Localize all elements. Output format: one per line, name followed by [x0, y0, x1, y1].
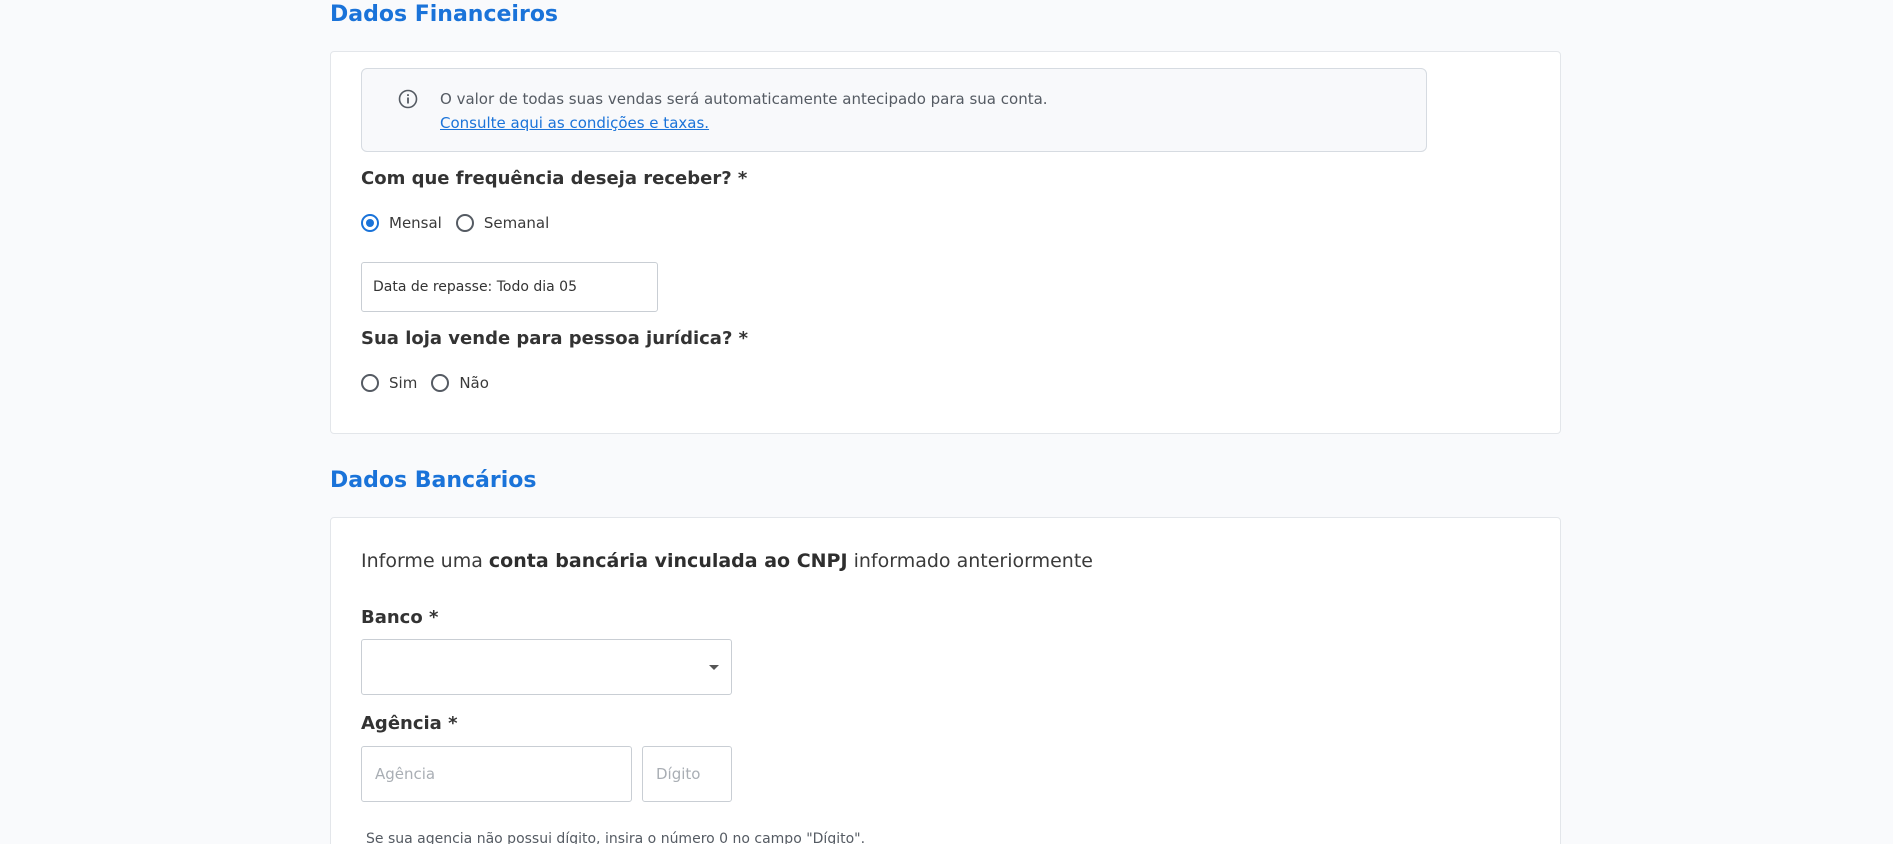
banking-card: Informe uma conta bancária vinculada ao …: [330, 517, 1561, 844]
info-box: O valor de todas suas vendas será automa…: [361, 68, 1427, 152]
legal-entity-question: Sua loja vende para pessoa jurídica? *: [361, 328, 749, 349]
radio-semanal[interactable]: [455, 214, 474, 232]
radio-semanal-label: Semanal: [483, 214, 550, 232]
info-message: O valor de todas suas vendas será automa…: [440, 90, 1048, 108]
banking-lead-text: Informe uma conta bancária vinculada ao …: [361, 550, 1093, 572]
radio-sim[interactable]: [361, 374, 379, 392]
legal-entity-option-sim[interactable]: Sim: [361, 374, 417, 392]
lead-bold: conta bancária vinculada ao CNPJ: [488, 550, 848, 572]
frequency-option-mensal[interactable]: Mensal: [361, 214, 442, 232]
page: Dados Financeiros O valor de todas suas …: [0, 0, 1893, 844]
agency-input[interactable]: [361, 746, 632, 802]
agency-label: Agência *: [361, 713, 458, 734]
info-text-block: O valor de todas suas vendas será automa…: [440, 87, 1048, 135]
chevron-down-icon: [709, 665, 719, 670]
bank-label: Banco *: [361, 607, 439, 628]
banking-section-title: Dados Bancários: [330, 468, 537, 493]
lead-prefix: Informe uma: [361, 550, 489, 572]
legal-entity-option-nao[interactable]: Não: [431, 374, 489, 392]
agency-digit-input[interactable]: [642, 746, 732, 802]
frequency-option-semanal[interactable]: Semanal: [455, 214, 550, 232]
radio-sim-label: Sim: [389, 374, 418, 392]
payout-date-field: Data de repasse: Todo dia 05: [361, 262, 658, 312]
radio-mensal[interactable]: [361, 214, 379, 232]
bank-select[interactable]: [361, 639, 732, 695]
frequency-radio-group: Mensal Semanal: [361, 214, 563, 232]
lead-suffix: informado anteriormente: [847, 550, 1093, 572]
info-icon: [398, 89, 418, 109]
conditions-link[interactable]: Consulte aqui as condições e taxas.: [440, 111, 1048, 135]
frequency-question: Com que frequência deseja receber? *: [361, 168, 748, 189]
legal-entity-radio-group: Sim Não: [361, 374, 503, 392]
radio-nao[interactable]: [431, 374, 450, 392]
radio-nao-label: Não: [459, 374, 489, 392]
financial-section-title: Dados Financeiros: [330, 2, 559, 27]
financial-card: O valor de todas suas vendas será automa…: [330, 51, 1561, 434]
agency-hint: Se sua agencia não possui dígito, insira…: [366, 831, 866, 844]
radio-mensal-label: Mensal: [389, 214, 442, 232]
